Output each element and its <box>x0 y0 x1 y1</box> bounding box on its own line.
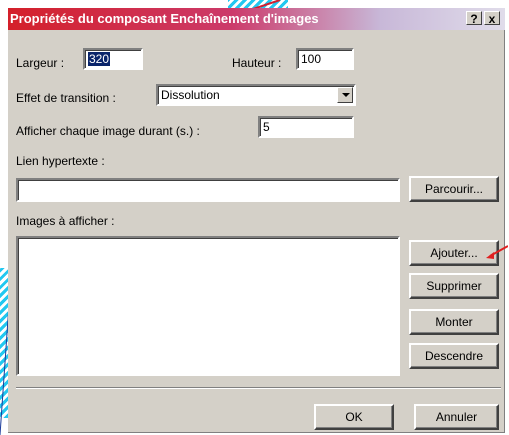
effet-transition-label: Effet de transition : <box>16 91 116 105</box>
effet-transition-select[interactable]: Dissolution <box>156 84 356 106</box>
parcourir-button[interactable]: Parcourir... <box>409 176 499 202</box>
images-label: Images à afficher : <box>16 214 115 228</box>
monter-button[interactable]: Monter <box>409 309 499 335</box>
largeur-label: Largeur : <box>16 56 65 70</box>
annotation-arrow-icon <box>486 245 508 259</box>
annuler-button[interactable]: Annuler <box>414 404 499 430</box>
effet-transition-value: Dissolution <box>161 88 220 102</box>
properties-dialog: Propriétés du composant Enchaînement d'i… <box>8 8 505 433</box>
ok-button[interactable]: OK <box>314 404 394 430</box>
chevron-down-icon[interactable] <box>337 87 353 103</box>
hauteur-value: 100 <box>301 52 322 66</box>
lien-hypertexte-label: Lien hypertexte : <box>16 154 105 168</box>
largeur-input[interactable]: 320 <box>83 48 143 70</box>
images-list[interactable] <box>16 236 400 376</box>
descendre-button[interactable]: Descendre <box>409 343 499 369</box>
supprimer-button[interactable]: Supprimer <box>409 273 499 299</box>
hauteur-input[interactable]: 100 <box>296 48 354 70</box>
close-button[interactable]: x <box>484 11 500 26</box>
lien-hypertexte-input[interactable] <box>16 178 400 202</box>
title-bar[interactable]: Propriétés du composant Enchaînement d'i… <box>8 8 505 30</box>
duree-input[interactable]: 5 <box>258 116 354 138</box>
footer-separator <box>16 387 501 389</box>
help-button[interactable]: ? <box>466 11 482 26</box>
duree-label: Afficher chaque image durant (s.) : <box>16 124 200 138</box>
hauteur-label: Hauteur : <box>232 56 282 70</box>
duree-value: 5 <box>263 120 270 134</box>
window-title: Propriétés du composant Enchaînement d'i… <box>10 11 319 26</box>
largeur-value: 320 <box>88 52 111 66</box>
